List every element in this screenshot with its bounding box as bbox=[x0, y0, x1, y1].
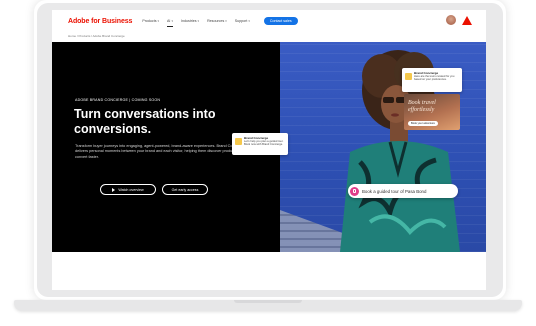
nav-menu: Products▾ AI▾ Industries▾ Resources▾ Sup… bbox=[142, 17, 298, 27]
nav-item-ai[interactable]: AI▾ bbox=[167, 19, 173, 27]
nav-item-industries[interactable]: Industries▾ bbox=[181, 19, 199, 23]
concierge-icon bbox=[235, 138, 242, 145]
nav-item-resources[interactable]: Resources▾ bbox=[207, 19, 227, 23]
book-adventure-button[interactable]: Book your adventure bbox=[408, 121, 438, 126]
top-nav: Adobe for Business Products▾ AI▾ Industr… bbox=[52, 10, 486, 32]
breadcrumb[interactable]: Home / Products / Adobe Brand Concierge bbox=[68, 34, 125, 38]
chevron-down-icon: ▾ bbox=[225, 19, 227, 23]
book-travel-card[interactable]: Book travel effortlessly Book your adven… bbox=[404, 94, 460, 130]
book-tour-pill[interactable]: Book a guided tour of Pasa Bond bbox=[348, 184, 458, 198]
concierge-icon bbox=[405, 73, 412, 80]
hero-headline: Turn conversations into conversions. bbox=[74, 107, 216, 136]
concierge-chat-card[interactable]: Brand Concierge Let's help you plan a gu… bbox=[232, 133, 288, 155]
laptop-notch bbox=[234, 300, 302, 303]
chevron-down-icon: ▾ bbox=[248, 19, 250, 23]
nav-item-products[interactable]: Products▾ bbox=[142, 19, 159, 23]
play-icon bbox=[112, 187, 116, 192]
hero-eyebrow: ADOBE BRAND CONCIERGE | COMING SOON bbox=[75, 98, 161, 102]
hero-body: Transform buyer journeys into engaging, … bbox=[75, 144, 245, 159]
chevron-down-icon: ▾ bbox=[171, 19, 173, 23]
get-early-access-button[interactable]: Get early access bbox=[162, 184, 208, 195]
contact-sales-button[interactable]: Contact sales bbox=[263, 17, 298, 25]
nav-right bbox=[446, 15, 472, 25]
chevron-down-icon: ▾ bbox=[157, 19, 160, 23]
nav-item-support[interactable]: Support▾ bbox=[235, 19, 250, 23]
adobe-logo-icon[interactable] bbox=[462, 15, 472, 25]
chat-icon bbox=[350, 186, 359, 196]
watch-overview-button[interactable]: Watch overview bbox=[100, 184, 156, 195]
adobe-for-business-logo[interactable]: Adobe for Business bbox=[68, 18, 132, 25]
concierge-recommendation-card[interactable]: Brand Concierge Here are the tours curat… bbox=[402, 68, 462, 92]
chevron-down-icon: ▾ bbox=[197, 19, 200, 23]
avatar[interactable] bbox=[446, 15, 456, 25]
